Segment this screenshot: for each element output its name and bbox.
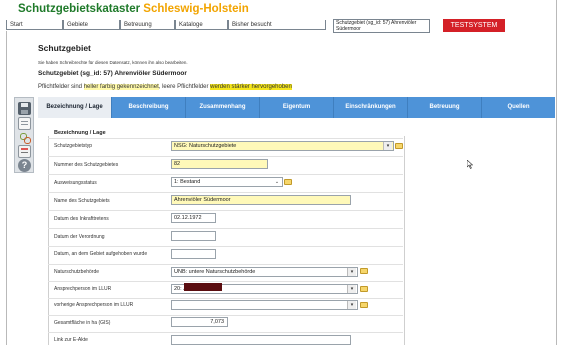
schutzgebietstyp-select[interactable]: NSG: Naturschutzgebiete ▾ [171,141,394,151]
legend-text-2: , leere Pflichtfelder [158,84,211,90]
label-vorherige: vorherige Ansprechperson im LLUR [54,302,134,308]
document-icon[interactable] [18,117,31,130]
tab-bar: Bezeichnung / Lage Beschreibung Zusammen… [38,97,555,118]
tab-einschraenkungen[interactable]: Einschränkungen [334,97,408,118]
label-verordnung: Datum der Verordnung [54,234,105,240]
app-title-region: Schleswig-Holstein [143,3,249,15]
app-title: Schutzgebietskataster Schleswig-Holstein [18,3,249,15]
chevron-down-icon: ▾ [383,142,392,150]
label-ausweisungsstatus: Ausweisungsstatus [54,180,97,186]
nav-bisher-besucht[interactable]: Bisher besucht [228,20,326,30]
help-icon[interactable] [360,302,368,308]
link-icon[interactable] [18,131,31,144]
tab-eigentum[interactable]: Eigentum [260,97,334,118]
permission-note: Sie haben Schreibrechte für diesen Daten… [38,60,188,65]
label-schutzgebietstyp: Schutzgebietstyp [54,143,93,149]
chevron-down-icon: ▾ [347,301,356,309]
help-icon[interactable] [284,179,292,185]
nav-gebiete[interactable]: Gebiete [63,20,120,30]
redaction-bar [184,283,222,291]
nummer-input[interactable]: 82 [171,159,268,169]
current-record-line2: Südermoor [336,25,361,32]
app-title-main: Schutzgebietskataster [18,3,141,15]
chevron-down-icon: ▾ [347,268,356,276]
ausweisungsstatus-select[interactable]: 1: Bestand ⌄ [171,177,283,187]
inkrafttreten-input[interactable]: 02.12.1972 [171,213,216,223]
environment-badge: TESTSYSTEM [443,19,505,32]
record-title: Schutzgebiet (sg_id: 57) Ahrenviöler Süd… [38,70,187,77]
legend-highlight-light: heller farbig gekennzeichnet [83,84,159,90]
schutzgebietstyp-value: NSG: Naturschutzgebiete [174,143,237,149]
label-aufgehoben: Datum, an dem Gebiet aufgehoben wurde [54,251,148,257]
ausweisungsstatus-value: 1: Bestand [174,179,201,185]
help-icon[interactable] [360,268,368,274]
title-bar: Schutzgebietskataster Schleswig-Holstein [6,0,555,21]
tab-quellen[interactable]: Quellen [482,97,555,118]
vorherige-select[interactable]: ▾ [171,300,358,310]
label-behoerde: Naturschutzbehörde [54,269,100,275]
tab-bezeichnung-lage[interactable]: Bezeichnung / Lage [38,97,112,118]
label-link: Link zur E-Akte [54,337,88,343]
nav-kataloge[interactable]: Kataloge [175,20,228,30]
help-icon[interactable] [395,143,403,149]
page-title: Schutzgebiet [38,43,91,53]
current-record-box[interactable]: Schutzgebiet (sg_id: 57) Ahrenviöler Süd… [333,19,430,33]
aufgehoben-input[interactable] [171,249,216,259]
nav-start[interactable]: Start [6,20,63,30]
chevron-down-icon: ▾ [347,285,356,293]
list-icon[interactable] [18,145,31,158]
nav-betreuung[interactable]: Betreuung [120,20,175,30]
label-name: Name des Schutzgebiets [54,198,110,204]
behoerde-value: UNB: untere Naturschutzbehörde [174,269,256,275]
label-inkrafttreten: Datum des Inkrafttretens [54,216,109,222]
side-toolbar: ? [14,97,34,173]
legend-highlight-strong: werden stärker hervorgehoben [210,84,292,90]
tab-betreuung[interactable]: Betreuung [408,97,482,118]
chevron-down-icon: ⌄ [274,179,280,185]
behoerde-select[interactable]: UNB: untere Naturschutzbehörde ▾ [171,267,358,277]
tab-beschreibung[interactable]: Beschreibung [112,97,186,118]
tab-zusammenhang[interactable]: Zusammenhang [186,97,260,118]
help-icon[interactable] [360,286,368,292]
save-icon[interactable] [18,102,31,115]
mouse-cursor-icon [467,160,473,169]
flaeche-input[interactable]: 7,073 [171,317,228,327]
name-input[interactable]: Ahrenviöler Südermoor [171,195,351,205]
label-nummer: Nummer des Schutzgebietes [54,162,119,168]
label-flaeche: Gesamtfläche in ha (GIS) [54,320,111,326]
legend-text-1: Pflichtfelder sind [38,84,84,90]
help-icon[interactable]: ? [18,159,31,172]
verordnung-input[interactable] [171,231,216,241]
label-ansprech: Ansprechperson im LLUR [54,286,112,292]
required-fields-legend: Pflichtfelder sind heller farbig gekennz… [38,84,292,90]
link-input[interactable] [171,335,351,345]
section-title: Bezeichnung / Lage [54,130,106,136]
